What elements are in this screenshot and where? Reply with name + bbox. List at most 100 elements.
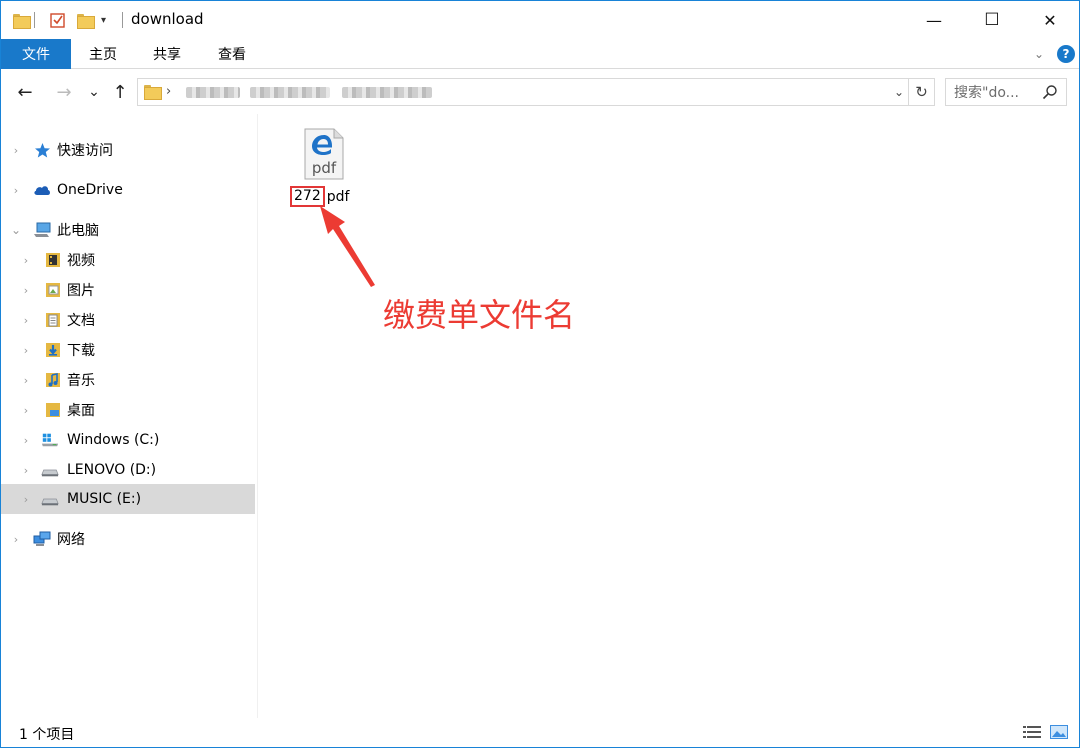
customize-dropdown-icon[interactable]: ▾ xyxy=(101,10,106,30)
star-icon xyxy=(33,141,51,159)
qa-separator xyxy=(34,10,35,30)
title-bar: ▾ download — ☐ ✕ xyxy=(1,1,1079,39)
nav-item-documents[interactable]: › 文档 xyxy=(1,305,255,335)
address-dropdown-chevron-icon[interactable]: ⌄ xyxy=(890,79,908,105)
edge-pdf-icon: pdf xyxy=(304,128,344,180)
chevron-right-icon[interactable]: › xyxy=(21,245,31,275)
back-button[interactable]: ← xyxy=(13,80,37,104)
large-icons-view-icon[interactable] xyxy=(1049,724,1069,740)
nav-item-drive-c[interactable]: › Windows (C:) xyxy=(1,425,255,455)
window-title: download xyxy=(131,10,204,28)
breadcrumb-blurred-segment xyxy=(342,87,432,98)
documents-folder-icon xyxy=(44,311,62,329)
pdf-icon-label: pdf xyxy=(312,159,337,177)
nav-item-drive-e[interactable]: › MUSIC (E:) xyxy=(1,484,255,514)
chevron-right-icon[interactable]: › xyxy=(21,455,31,485)
properties-icon[interactable] xyxy=(49,10,67,30)
nav-item-desktop[interactable]: › 桌面 xyxy=(1,395,255,425)
downloads-folder-icon xyxy=(44,341,62,359)
annotation-label: 缴费单文件名 xyxy=(383,296,576,334)
file-item[interactable]: pdf xyxy=(304,128,344,180)
ribbon: 文件 主页 共享 查看 ⌄ ? xyxy=(1,39,1079,69)
recent-locations-chevron-icon[interactable]: ⌄ xyxy=(82,80,106,104)
details-view-icon[interactable] xyxy=(1022,724,1042,740)
annotation-arrow xyxy=(320,206,375,287)
nav-item-label: 快速访问 xyxy=(57,143,113,159)
nav-item-network[interactable]: › 网络 xyxy=(1,524,255,554)
status-bar: 1 个项目 xyxy=(1,718,1079,747)
nav-item-label: 图片 xyxy=(67,283,95,299)
nav-item-label: OneDrive xyxy=(57,182,123,198)
maximize-button[interactable]: ☐ xyxy=(963,1,1021,39)
breadcrumb-separator: › xyxy=(166,84,172,99)
windows-drive-icon xyxy=(41,431,59,449)
nav-item-pictures[interactable]: › 图片 xyxy=(1,275,255,305)
expand-ribbon-chevron-icon[interactable]: ⌄ xyxy=(1031,46,1047,62)
chevron-right-icon[interactable]: › xyxy=(21,275,31,305)
drive-icon xyxy=(41,461,59,479)
nav-item-this-pc[interactable]: ⌄ 此电脑 xyxy=(1,215,255,245)
minimize-button[interactable]: — xyxy=(905,1,963,39)
nav-item-label: 桌面 xyxy=(67,403,95,419)
search-input[interactable]: 搜索"do... xyxy=(945,78,1067,106)
drive-icon xyxy=(41,490,59,508)
explorer-window: ▾ download — ☐ ✕ 文件 主页 共享 查看 ⌄ ? ← → ⌄ ↑… xyxy=(0,0,1080,748)
nav-item-videos[interactable]: › 视频 xyxy=(1,245,255,275)
chevron-right-icon[interactable]: › xyxy=(11,524,21,554)
minimize-icon: — xyxy=(926,10,942,30)
nav-item-label: LENOVO (D:) xyxy=(67,462,157,478)
nav-item-onedrive[interactable]: › OneDrive xyxy=(1,175,255,205)
chevron-right-icon[interactable]: › xyxy=(21,305,31,335)
video-folder-icon xyxy=(44,251,62,269)
navigation-pane: › 快速访问 › OneDrive ⌄ 此电脑 › 视频 › 图片 › 文档 ›… xyxy=(1,114,257,718)
chevron-right-icon[interactable]: › xyxy=(11,135,21,165)
nav-item-label: Windows (C:) xyxy=(67,432,160,448)
item-count: 1 个项目 xyxy=(19,727,75,743)
chevron-right-icon[interactable]: › xyxy=(21,395,31,425)
navigation-row: ← → ⌄ ↑ › ⌄ ↻ 搜索"do... xyxy=(1,70,1079,114)
breadcrumb-blurred-segment xyxy=(186,87,240,98)
folder-icon xyxy=(13,10,31,30)
nav-item-label: 音乐 xyxy=(67,373,95,389)
address-folder-icon xyxy=(144,85,162,100)
music-folder-icon xyxy=(44,371,62,389)
nav-item-quick-access[interactable]: › 快速访问 xyxy=(1,135,255,165)
cloud-icon xyxy=(33,181,51,199)
tab-home[interactable]: 主页 xyxy=(89,39,117,69)
tab-file[interactable]: 文件 xyxy=(1,39,71,69)
qa-separator-2 xyxy=(122,10,123,30)
address-bar[interactable]: › ⌄ xyxy=(137,78,909,106)
nav-item-label: 此电脑 xyxy=(57,223,99,239)
tab-view[interactable]: 查看 xyxy=(218,39,246,69)
chevron-right-icon[interactable]: › xyxy=(11,175,21,205)
desktop-folder-icon xyxy=(44,401,62,419)
breadcrumb-blurred-segment xyxy=(250,87,330,98)
up-button[interactable]: ↑ xyxy=(108,80,132,104)
refresh-button[interactable]: ↻ xyxy=(909,78,935,106)
computer-icon xyxy=(33,221,51,239)
close-button[interactable]: ✕ xyxy=(1021,1,1079,39)
chevron-right-icon[interactable]: › xyxy=(21,425,31,455)
nav-item-label: 视频 xyxy=(67,253,95,269)
tab-share[interactable]: 共享 xyxy=(153,39,181,69)
nav-item-downloads[interactable]: › 下载 xyxy=(1,335,255,365)
new-folder-icon[interactable] xyxy=(77,10,95,30)
search-icon xyxy=(1042,85,1057,100)
nav-item-label: MUSIC (E:) xyxy=(67,491,142,507)
nav-item-music[interactable]: › 音乐 xyxy=(1,365,255,395)
maximize-icon: ☐ xyxy=(984,10,1000,30)
forward-button[interactable]: → xyxy=(52,80,76,104)
close-icon: ✕ xyxy=(1043,10,1057,30)
nav-item-label: 网络 xyxy=(57,532,85,548)
search-placeholder: 搜索"do... xyxy=(954,85,1019,101)
chevron-right-icon[interactable]: › xyxy=(21,484,31,514)
nav-item-label: 文档 xyxy=(67,313,95,329)
nav-item-drive-d[interactable]: › LENOVO (D:) xyxy=(1,455,255,485)
chevron-right-icon[interactable]: › xyxy=(21,335,31,365)
pictures-folder-icon xyxy=(44,281,62,299)
network-icon xyxy=(33,530,51,548)
help-icon[interactable]: ? xyxy=(1057,45,1075,63)
nav-item-label: 下载 xyxy=(67,343,95,359)
chevron-down-icon[interactable]: ⌄ xyxy=(11,215,21,245)
chevron-right-icon[interactable]: › xyxy=(21,365,31,395)
